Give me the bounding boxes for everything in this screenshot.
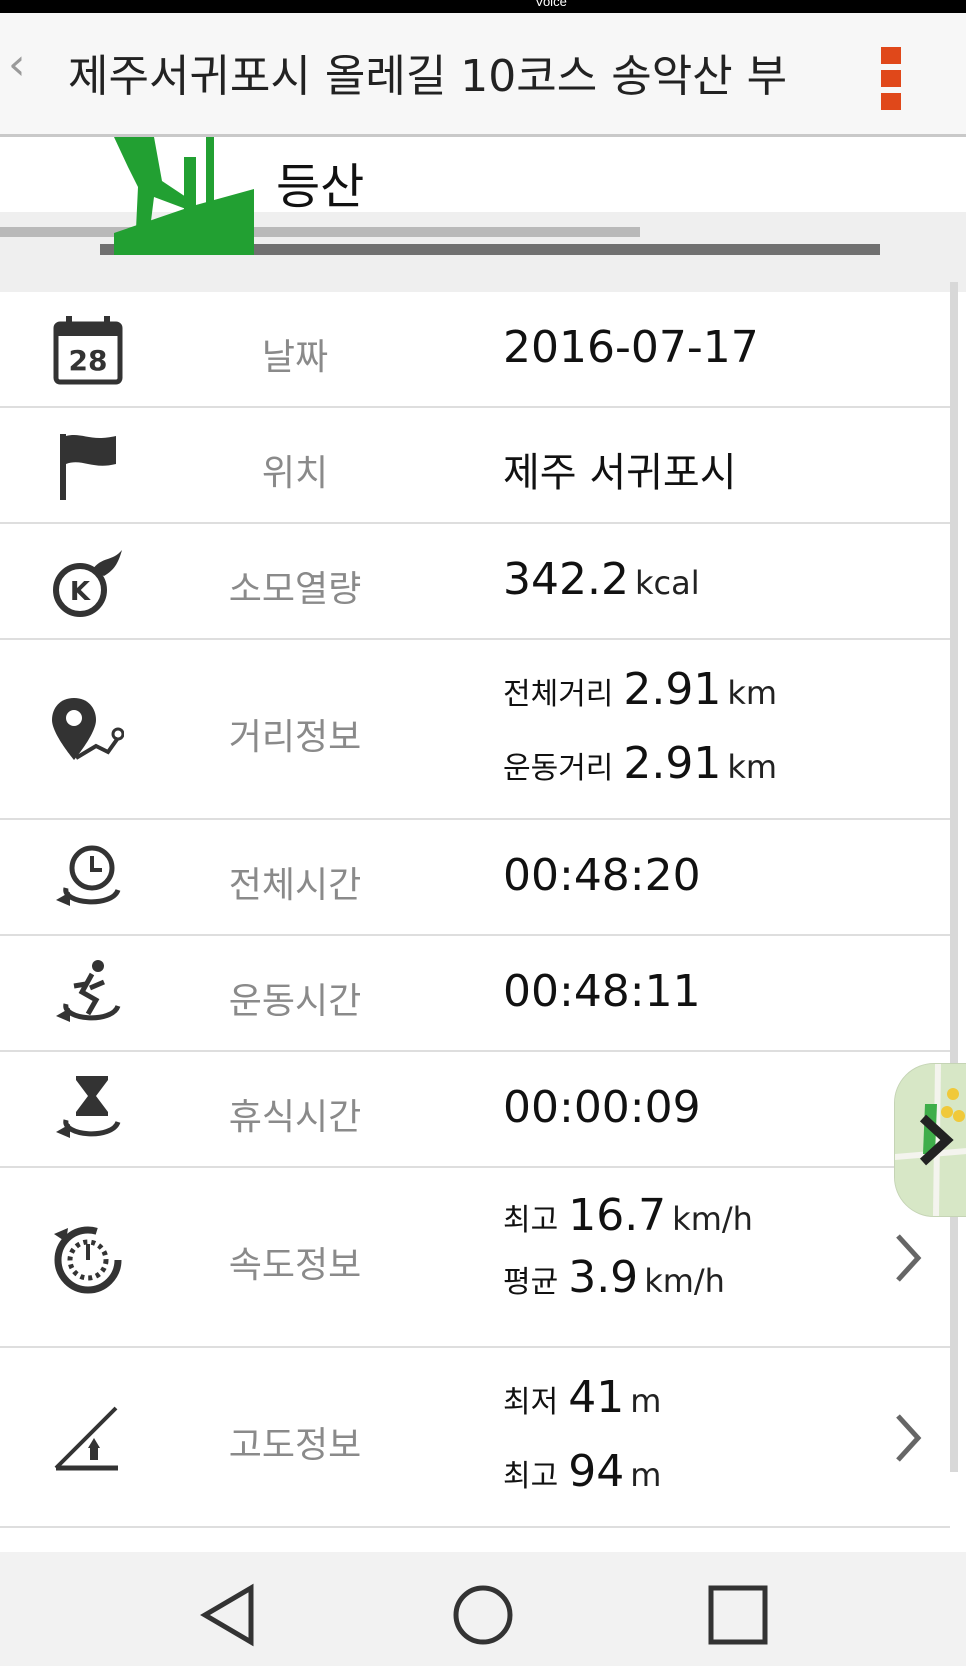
date-label: 날짜 [261,337,329,378]
row-exercise-time: 운동시간 00:48:11 [0,936,950,1052]
speed-max-unit: km/h [672,1200,753,1238]
row-date: 28 날짜 2016-07-17 [0,292,950,408]
speed-label: 속도정보 [228,1245,362,1286]
altitude-icon [52,1402,124,1474]
rest-time-value: 00:00:09 [503,1082,701,1133]
speed-avg-value: 3.9 [568,1252,639,1303]
status-bar: Voice [0,0,966,13]
calories-number: 342.2 [503,554,629,605]
exercise-distance-label: 운동거리 [503,751,614,786]
total-distance-unit: km [727,674,778,712]
row-altitude[interactable]: 고도정보 최저 41 m 최고 94 m [0,1348,950,1528]
svg-text:K: K [70,577,91,607]
exercise-distance-value: 2.91 [623,738,722,789]
calories-unit: kcal [634,564,700,602]
app-bar: ‹ 제주서귀포시 올레길 10코스 송악산 부 [0,13,966,137]
altitude-max-label: 최고 [503,1459,559,1494]
altitude-max-unit: m [630,1456,662,1494]
nav-back-icon[interactable] [195,1580,265,1650]
calories-value: 342.2 kcal [503,554,700,605]
system-navigation-bar [0,1552,966,1666]
distance-label: 거리정보 [228,717,362,758]
hourglass-icon [52,1074,124,1146]
speed-max-value: 16.7 [568,1190,667,1241]
exercise-distance: 운동거리 2.91 km [503,738,777,789]
location-value: 제주 서귀포시 [503,450,737,496]
workout-info-list: 28 날짜 2016-07-17 위치 제주 서귀포시 K 소모열량 342.2… [0,292,950,1528]
more-icon[interactable] [874,41,908,121]
row-total-time: 전체시간 00:48:20 [0,820,950,936]
chevron-right-icon[interactable] [888,1228,928,1288]
flag-icon [52,430,124,502]
back-icon[interactable]: ‹ [8,43,26,87]
altitude-max: 최고 94 m [503,1446,661,1497]
calorie-icon: K [52,546,124,618]
scrollbar[interactable] [950,282,958,1472]
exercise-distance-unit: km [727,748,778,786]
activity-header: 등산 [0,137,966,292]
speed-avg-unit: km/h [644,1262,725,1300]
calories-label: 소모열량 [228,569,362,610]
distance-pin-icon [52,694,125,766]
speedometer-icon [52,1222,124,1294]
altitude-min-value: 41 [568,1372,625,1423]
map-thumbnail[interactable] [894,1063,966,1217]
runner-icon [52,958,124,1030]
exercise-time-label: 운동시간 [228,981,362,1022]
altitude-max-value: 94 [568,1446,625,1497]
total-distance: 전체거리 2.91 km [503,664,777,715]
row-rest-time: 휴식시간 00:00:09 [0,1052,950,1168]
status-text: Voice [535,0,567,9]
row-distance: 거리정보 전체거리 2.91 km 운동거리 2.91 km [0,640,950,820]
exercise-time-value: 00:48:11 [503,966,701,1017]
speed-avg: 평균 3.9 km/h [503,1252,725,1303]
header-divider [0,227,640,237]
total-time-label: 전체시간 [228,865,362,906]
date-value: 2016-07-17 [503,322,759,373]
total-distance-value: 2.91 [623,664,722,715]
row-speed[interactable]: 속도정보 최고 16.7 km/h 평균 3.9 km/h [0,1168,950,1348]
altitude-min: 최저 41 m [503,1372,661,1423]
speed-max-label: 최고 [503,1203,559,1238]
row-location: 위치 제주 서귀포시 [0,408,950,524]
chevron-right-icon[interactable] [888,1408,928,1468]
nav-recents-icon[interactable] [703,1580,773,1650]
altitude-min-unit: m [630,1382,662,1420]
nav-home-icon[interactable] [448,1580,518,1650]
rest-time-label: 휴식시간 [228,1097,362,1138]
location-label: 위치 [261,453,329,494]
altitude-min-label: 최저 [503,1385,559,1420]
speed-avg-label: 평균 [503,1265,559,1300]
activity-name: 등산 [276,159,365,215]
calendar-icon: 28 [52,314,124,386]
total-distance-label: 전체거리 [503,677,614,712]
calendar-day: 28 [69,344,108,377]
clock-icon [52,842,124,914]
page-title: 제주서귀포시 올레길 10코스 송악산 부 [68,51,788,102]
row-calories: K 소모열량 342.2 kcal [0,524,950,640]
total-time-value: 00:48:20 [503,850,701,901]
altitude-label: 고도정보 [228,1425,362,1466]
hiking-icon [114,137,256,255]
speed-max: 최고 16.7 km/h [503,1190,753,1241]
